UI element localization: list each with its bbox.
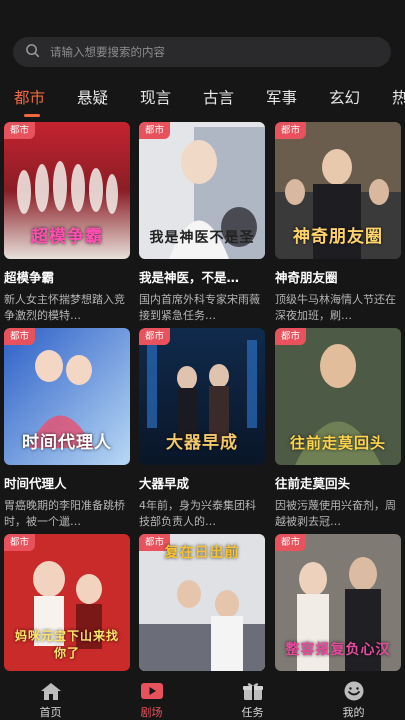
- poster-title: 整容报复负心汉: [285, 642, 391, 658]
- bottom-navigation: 首页 剧场 任务 我的: [0, 679, 405, 720]
- poster-title: 超模争霸: [31, 227, 103, 247]
- poster-image[interactable]: 都市 超模争霸: [4, 122, 130, 259]
- tab-dushi[interactable]: 都市: [14, 86, 45, 108]
- genre-badge: 都市: [4, 534, 36, 551]
- nav-label: 任务: [241, 706, 264, 719]
- poster-title: 我是神医不是圣: [149, 230, 255, 246]
- tab-xuanyi[interactable]: 悬疑: [77, 86, 108, 108]
- drama-card[interactable]: 都市 时间代理人 时间代理人 胃癌晚期的李阳准备跳桥时，被一个邋…: [4, 328, 130, 530]
- drama-card[interactable]: 都市 往前走莫回头 往前走莫回头 因被污蔑使用兴奋剂，周越被剥去冠…: [275, 328, 401, 530]
- active-tab-indicator: [24, 114, 40, 117]
- poster-image[interactable]: 都市 往前走莫回头: [275, 328, 401, 465]
- nav-label: 剧场: [140, 706, 163, 719]
- card-title[interactable]: 时间代理人: [4, 473, 130, 492]
- poster-image[interactable]: 都市 大器早成: [139, 328, 265, 465]
- poster-image[interactable]: 都市 复在日出前: [139, 534, 265, 671]
- card-description: 胃癌晚期的李阳准备跳桥时，被一个邋…: [4, 499, 125, 528]
- genre-badge: 都市: [4, 328, 36, 345]
- nav-home[interactable]: 首页: [0, 679, 101, 720]
- search-input[interactable]: 请输入想要搜索的内容: [50, 44, 165, 60]
- card-description: 新人女主怀揣梦想踏入竞争激烈的模特…: [4, 293, 125, 322]
- tab-junshi[interactable]: 军事: [266, 86, 297, 108]
- profile-icon: [344, 681, 363, 701]
- category-tabs: 都市 悬疑 现言 古言 军事 玄幻 热: [0, 86, 405, 118]
- poster-image[interactable]: 都市 妈咪元宝下山来找你了: [4, 534, 130, 671]
- drama-card[interactable]: 都市 大器早成 大器早成 4年前，身为兴泰集团科技部负责人的…: [139, 328, 265, 530]
- card-description: 因被污蔑使用兴奋剂，周越被剥去冠…: [275, 499, 396, 528]
- poster-title: 大器早成: [166, 433, 238, 453]
- genre-badge: 都市: [139, 328, 171, 345]
- nav-label: 首页: [39, 706, 62, 719]
- genre-badge: 都市: [139, 122, 171, 139]
- drama-card[interactable]: 都市 妈咪元宝下山来找你了: [4, 534, 130, 671]
- drama-card[interactable]: 都市 复在日出前: [139, 534, 265, 671]
- card-title[interactable]: 神奇朋友圈: [275, 267, 401, 286]
- search-icon: [25, 43, 40, 62]
- poster-image[interactable]: 都市 整容报复负心汉: [275, 534, 401, 671]
- card-title[interactable]: 我是神医，不是…: [139, 267, 265, 286]
- tab-xuanhuan[interactable]: 玄幻: [329, 86, 360, 108]
- gift-icon: [242, 683, 263, 700]
- card-title[interactable]: 超模争霸: [4, 267, 130, 286]
- genre-badge: 都市: [4, 122, 36, 139]
- tab-re[interactable]: 热: [392, 86, 405, 108]
- search-bar[interactable]: 请输入想要搜索的内容: [13, 37, 391, 67]
- poster-title: 神奇朋友圈: [293, 227, 383, 247]
- drama-card[interactable]: 都市 神奇朋友圈 神奇朋友圈 顶级牛马林海情人节还在深夜加班，刷…: [275, 122, 401, 324]
- poster-image[interactable]: 都市 时间代理人: [4, 328, 130, 465]
- poster-title: 复在日出前: [164, 545, 240, 561]
- home-icon: [40, 683, 61, 700]
- poster-image[interactable]: 都市 我是神医不是圣: [139, 122, 265, 259]
- nav-profile[interactable]: 我的: [303, 679, 404, 720]
- drama-card[interactable]: 都市 我是神医不是圣 我是神医，不是… 国内首席外科专家宋雨薇接到紧急任务…: [139, 122, 265, 324]
- drama-card[interactable]: 都市 整容报复负心汉: [275, 534, 401, 671]
- tab-guyan[interactable]: 古言: [203, 86, 234, 108]
- card-description: 顶级牛马林海情人节还在深夜加班，刷…: [275, 293, 396, 322]
- nav-tasks[interactable]: 任务: [202, 679, 303, 720]
- poster-title: 时间代理人: [22, 433, 112, 453]
- nav-theater[interactable]: 剧场: [101, 679, 202, 720]
- card-description: 国内首席外科专家宋雨薇接到紧急任务…: [139, 293, 260, 322]
- genre-badge: 都市: [275, 122, 307, 139]
- tab-xianyan[interactable]: 现言: [140, 86, 171, 108]
- theater-icon: [140, 683, 163, 699]
- poster-title: 妈咪元宝下山来找你了: [14, 629, 119, 660]
- poster-image[interactable]: 都市 神奇朋友圈: [275, 122, 401, 259]
- genre-badge: 都市: [275, 328, 307, 345]
- drama-card[interactable]: 都市 超模争霸 超模争霸 新人女主怀揣梦想踏入竞争激烈的模特…: [4, 122, 130, 324]
- card-title[interactable]: 大器早成: [139, 473, 265, 492]
- card-description: 4年前，身为兴泰集团科技部负责人的…: [139, 499, 256, 528]
- genre-badge: 都市: [275, 534, 307, 551]
- nav-label: 我的: [342, 706, 365, 719]
- poster-title: 往前走莫回头: [289, 434, 386, 452]
- card-title[interactable]: 往前走莫回头: [275, 473, 401, 492]
